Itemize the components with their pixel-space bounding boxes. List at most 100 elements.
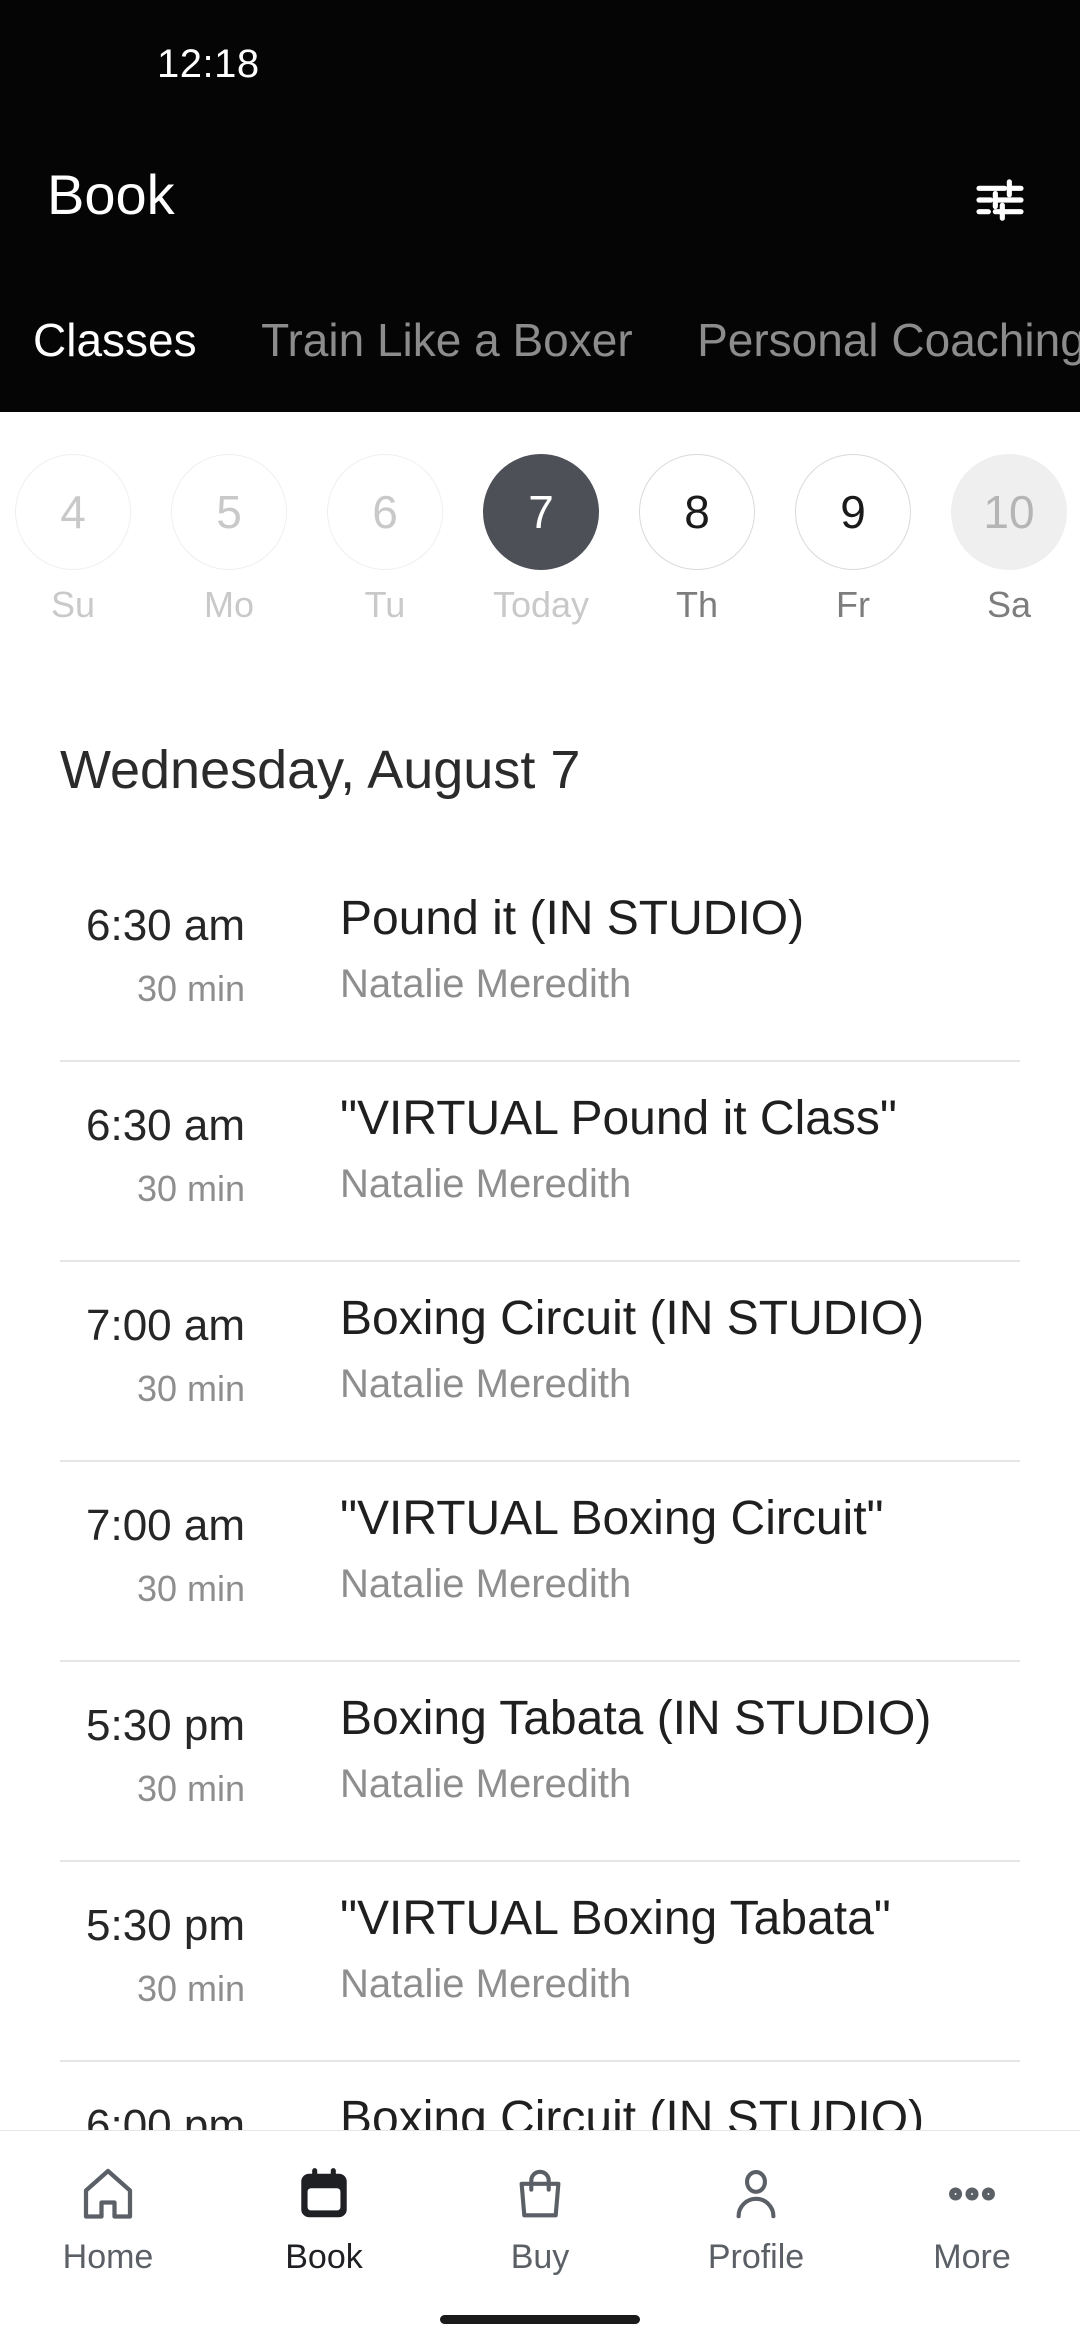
nav-item-more[interactable]: More [864,2159,1080,2277]
class-duration: 30 min [136,1568,245,1609]
selected-day-heading: Wednesday, August 7 [60,740,581,800]
class-duration: 30 min [136,1368,245,1409]
class-list-item[interactable]: 7:00 am 30 min "VIRTUAL Boxing Circuit" … [0,1460,1080,1660]
date-label: Su [50,584,96,625]
class-instructor: Natalie Meredith [340,1162,632,1206]
date-number: 6 [327,454,443,570]
date-selector[interactable]: 4 Su 5 Mo 6 Tu 7 Today 8 Th 9 Fr 10 Sa [0,412,1080,660]
class-info-column: Pound it (IN STUDIO) Natalie Meredith [340,860,1050,1008]
class-time-column: 5:30 pm 30 min [0,1860,245,2010]
date-label: Th [675,584,718,625]
nav-label: Book [285,2238,363,2276]
class-title: "VIRTUAL Pound it Class" [340,1092,897,1145]
date-number: 7 [483,454,599,570]
class-list-item[interactable]: 6:30 am 30 min Pound it (IN STUDIO) Nata… [0,860,1080,1060]
date-item-10[interactable]: 10 Sa [949,454,1069,626]
class-duration: 30 min [136,1968,245,2009]
class-time: 7:00 am [86,1501,245,1550]
date-item-7-today[interactable]: 7 Today [481,454,601,626]
class-title: Boxing Circuit (IN STUDIO) [340,1292,925,1345]
app-header: 12:18 Book Classes Train Like a Boxer Pe… [0,0,1080,412]
class-list-item[interactable]: 5:30 pm 30 min "VIRTUAL Boxing Tabata" N… [0,1860,1080,2060]
home-icon [0,2159,216,2229]
home-indicator [440,2315,640,2324]
class-time-column: 6:00 pm [0,2060,245,2130]
class-info-column: Boxing Tabata (IN STUDIO) Natalie Meredi… [340,1660,1050,1808]
date-item-4[interactable]: 4 Su [13,454,133,626]
date-label: Mo [203,584,254,625]
nav-item-home[interactable]: Home [0,2159,216,2277]
class-instructor: Natalie Meredith [340,1962,632,2006]
category-tabs[interactable]: Classes Train Like a Boxer Personal Coac… [0,312,1080,412]
class-list-item[interactable]: 7:00 am 30 min Boxing Circuit (IN STUDIO… [0,1260,1080,1460]
date-label: Sa [986,584,1032,625]
nav-label: Home [62,2238,154,2276]
date-label: Tu [364,584,406,625]
nav-label: Buy [510,2238,570,2276]
class-instructor: Natalie Meredith [340,1362,632,1406]
class-time: 6:30 am [86,901,245,950]
class-time: 5:30 pm [86,1701,245,1750]
class-info-column: Boxing Circuit (IN STUDIO) [340,2060,1050,2130]
filter-button[interactable] [964,164,1036,236]
class-title: Boxing Circuit (IN STUDIO) [340,2092,925,2130]
date-number: 4 [15,454,131,570]
date-item-6[interactable]: 6 Tu [325,454,445,626]
class-time-column: 5:30 pm 30 min [0,1660,245,1810]
class-list-item[interactable]: 5:30 pm 30 min Boxing Tabata (IN STUDIO)… [0,1660,1080,1860]
tab-train-like-a-boxer[interactable]: Train Like a Boxer [261,312,633,368]
class-list-item[interactable]: 6:30 am 30 min "VIRTUAL Pound it Class" … [0,1060,1080,1260]
class-info-column: "VIRTUAL Boxing Tabata" Natalie Meredith [340,1860,1050,2008]
calendar-icon [216,2159,432,2229]
class-instructor: Natalie Meredith [340,1562,632,1606]
date-number: 9 [795,454,911,570]
class-time-column: 6:30 am 30 min [0,1060,245,1210]
app-screen: 12:18 Book Classes Train Like a Boxer Pe… [0,0,1080,2340]
date-number: 10 [951,454,1067,570]
class-title: Pound it (IN STUDIO) [340,892,805,945]
class-time-column: 7:00 am 30 min [0,1460,245,1610]
class-duration: 30 min [136,1768,245,1809]
date-number: 5 [171,454,287,570]
status-bar: 12:18 [0,0,1080,118]
class-duration: 30 min [136,1168,245,1209]
date-label: Fr [836,584,870,625]
class-time-column: 7:00 am 30 min [0,1260,245,1410]
class-info-column: Boxing Circuit (IN STUDIO) Natalie Mered… [340,1260,1050,1408]
class-title: Boxing Tabata (IN STUDIO) [340,1692,932,1745]
sliders-filter-icon [972,172,1028,228]
page-title: Book [47,163,175,226]
class-time: 6:00 pm [86,2101,245,2130]
class-title: "VIRTUAL Boxing Tabata" [340,1892,891,1945]
class-info-column: "VIRTUAL Boxing Circuit" Natalie Meredit… [340,1460,1050,1608]
class-title: "VIRTUAL Boxing Circuit" [340,1492,884,1545]
nav-label: Profile [707,2238,805,2276]
date-item-9[interactable]: 9 Fr [793,454,913,626]
class-instructor: Natalie Meredith [340,962,632,1006]
class-time: 5:30 pm [86,1901,245,1950]
class-schedule-list[interactable]: 6:30 am 30 min Pound it (IN STUDIO) Nata… [0,860,1080,2130]
status-bar-clock: 12:18 [157,42,260,86]
date-label: Today [492,584,590,625]
tab-classes[interactable]: Classes [33,312,197,368]
tab-personal-coaching[interactable]: Personal Coaching [697,312,1080,368]
bag-icon [432,2159,648,2229]
class-duration: 30 min [136,968,245,1009]
date-item-8[interactable]: 8 Th [637,454,757,626]
class-instructor: Natalie Meredith [340,1762,632,1806]
class-time: 7:00 am [86,1301,245,1350]
nav-item-profile[interactable]: Profile [648,2159,864,2277]
class-info-column: "VIRTUAL Pound it Class" Natalie Meredit… [340,1060,1050,1208]
bottom-navigation-bar[interactable]: Home Book Buy Profile More [0,2130,1080,2340]
nav-item-book[interactable]: Book [216,2159,432,2277]
title-bar: Book [0,140,1080,260]
nav-label: More [933,2238,1011,2276]
person-icon [648,2159,864,2229]
date-number: 8 [639,454,755,570]
class-list-item[interactable]: 6:00 pm Boxing Circuit (IN STUDIO) [0,2060,1080,2130]
date-item-5[interactable]: 5 Mo [169,454,289,626]
class-time: 6:30 am [86,1101,245,1150]
ellipsis-icon [864,2159,1080,2229]
class-time-column: 6:30 am 30 min [0,860,245,1010]
nav-item-buy[interactable]: Buy [432,2159,648,2277]
